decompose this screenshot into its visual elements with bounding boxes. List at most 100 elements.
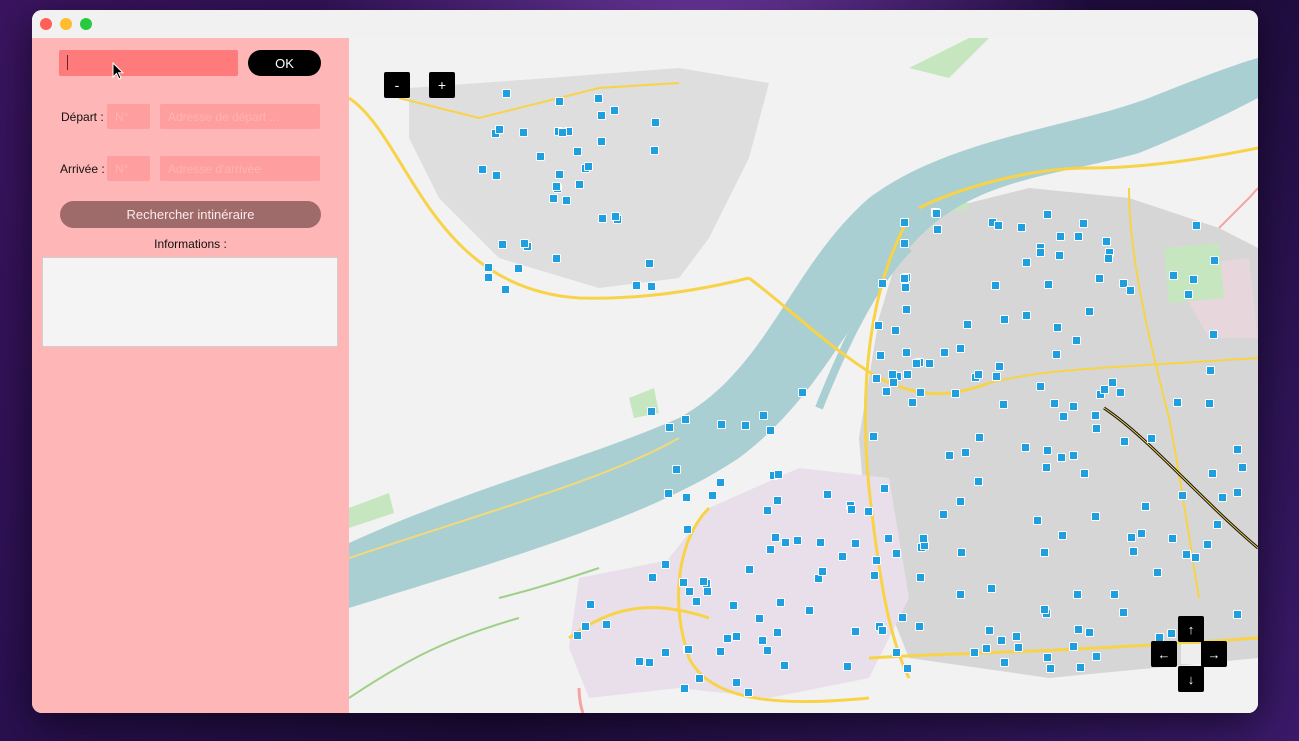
bus-stop-icon[interactable] xyxy=(602,620,611,629)
bus-stop-icon[interactable] xyxy=(1238,463,1247,472)
bus-stop-icon[interactable] xyxy=(916,388,925,397)
bus-stop-icon[interactable] xyxy=(982,644,991,653)
bus-stop-icon[interactable] xyxy=(1213,520,1222,529)
bus-stop-icon[interactable] xyxy=(597,137,606,146)
bus-stop-icon[interactable] xyxy=(679,578,688,587)
bus-stop-icon[interactable] xyxy=(648,573,657,582)
bus-stop-icon[interactable] xyxy=(501,285,510,294)
bus-stop-icon[interactable] xyxy=(478,165,487,174)
bus-stop-icon[interactable] xyxy=(685,587,694,596)
bus-stop-icon[interactable] xyxy=(1129,547,1138,556)
bus-stop-icon[interactable] xyxy=(632,281,641,290)
bus-stop-icon[interactable] xyxy=(805,606,814,615)
bus-stop-icon[interactable] xyxy=(763,506,772,515)
bus-stop-icon[interactable] xyxy=(912,359,921,368)
bus-stop-icon[interactable] xyxy=(975,433,984,442)
bus-stop-icon[interactable] xyxy=(650,146,659,155)
bus-stop-icon[interactable] xyxy=(1205,399,1214,408)
bus-stop-icon[interactable] xyxy=(771,533,780,542)
bus-stop-icon[interactable] xyxy=(492,171,501,180)
bus-stop-icon[interactable] xyxy=(1058,531,1067,540)
bus-stop-icon[interactable] xyxy=(908,398,917,407)
bus-stop-icon[interactable] xyxy=(1210,256,1219,265)
bus-stop-icon[interactable] xyxy=(780,661,789,670)
bus-stop-icon[interactable] xyxy=(925,359,934,368)
bus-stop-icon[interactable] xyxy=(502,89,511,98)
bus-stop-icon[interactable] xyxy=(1036,382,1045,391)
bus-stop-icon[interactable] xyxy=(1091,411,1100,420)
bus-stop-icon[interactable] xyxy=(495,125,504,134)
depart-number-field[interactable]: N° xyxy=(107,104,150,129)
bus-stop-icon[interactable] xyxy=(1178,491,1187,500)
bus-stop-icon[interactable] xyxy=(732,632,741,641)
bus-stop-icon[interactable] xyxy=(876,351,885,360)
bus-stop-icon[interactable] xyxy=(1056,232,1065,241)
bus-stop-icon[interactable] xyxy=(793,536,802,545)
depart-address-field[interactable]: Adresse de départ ... xyxy=(160,104,320,129)
bus-stop-icon[interactable] xyxy=(932,209,941,218)
bus-stop-icon[interactable] xyxy=(864,507,873,516)
bus-stop-icon[interactable] xyxy=(916,573,925,582)
bus-stop-icon[interactable] xyxy=(555,170,564,179)
bus-stop-icon[interactable] xyxy=(597,111,606,120)
bus-stop-icon[interactable] xyxy=(1173,398,1182,407)
bus-stop-icon[interactable] xyxy=(872,374,881,383)
bus-stop-icon[interactable] xyxy=(892,648,901,657)
bus-stop-icon[interactable] xyxy=(552,182,561,191)
bus-stop-icon[interactable] xyxy=(573,631,582,640)
bus-stop-icon[interactable] xyxy=(1137,529,1146,538)
bus-stop-icon[interactable] xyxy=(661,560,670,569)
bus-stop-icon[interactable] xyxy=(919,534,928,543)
bus-stop-icon[interactable] xyxy=(1191,553,1200,562)
bus-stop-icon[interactable] xyxy=(1022,311,1031,320)
bus-stop-icon[interactable] xyxy=(1044,280,1053,289)
bus-stop-icon[interactable] xyxy=(1080,469,1089,478)
arrivee-number-field[interactable]: N° xyxy=(107,156,150,181)
bus-stop-icon[interactable] xyxy=(900,274,909,283)
bus-stop-icon[interactable] xyxy=(514,264,523,273)
bus-stop-icon[interactable] xyxy=(838,552,847,561)
bus-stop-icon[interactable] xyxy=(647,407,656,416)
bus-stop-icon[interactable] xyxy=(773,496,782,505)
bus-stop-icon[interactable] xyxy=(995,362,1004,371)
bus-stop-icon[interactable] xyxy=(773,628,782,637)
bus-stop-icon[interactable] xyxy=(684,645,693,654)
bus-stop-icon[interactable] xyxy=(956,497,965,506)
bus-stop-icon[interactable] xyxy=(1072,336,1081,345)
bus-stop-icon[interactable] xyxy=(1012,632,1021,641)
bus-stop-icon[interactable] xyxy=(581,622,590,631)
bus-stop-icon[interactable] xyxy=(903,664,912,673)
bus-stop-icon[interactable] xyxy=(717,420,726,429)
bus-stop-icon[interactable] xyxy=(1192,221,1201,230)
bus-stop-icon[interactable] xyxy=(703,587,712,596)
zoom-in-button[interactable]: + xyxy=(429,72,455,98)
bus-stop-icon[interactable] xyxy=(847,505,856,514)
bus-stop-icon[interactable] xyxy=(1102,237,1111,246)
bus-stop-icon[interactable] xyxy=(1116,388,1125,397)
bus-stop-icon[interactable] xyxy=(1043,210,1052,219)
map-view[interactable]: - + ↑ ← → ↓ xyxy=(349,38,1258,713)
bus-stop-icon[interactable] xyxy=(1104,254,1113,263)
bus-stop-icon[interactable] xyxy=(956,590,965,599)
bus-stop-icon[interactable] xyxy=(1110,590,1119,599)
bus-stop-icon[interactable] xyxy=(1233,488,1242,497)
bus-stop-icon[interactable] xyxy=(843,662,852,671)
search-input[interactable] xyxy=(59,50,238,76)
bus-stop-icon[interactable] xyxy=(1120,437,1129,446)
bus-stop-icon[interactable] xyxy=(970,648,979,657)
bus-stop-icon[interactable] xyxy=(680,684,689,693)
bus-stop-icon[interactable] xyxy=(1127,533,1136,542)
bus-stop-icon[interactable] xyxy=(818,567,827,576)
bus-stop-icon[interactable] xyxy=(692,597,701,606)
bus-stop-icon[interactable] xyxy=(1040,605,1049,614)
bus-stop-icon[interactable] xyxy=(1050,399,1059,408)
bus-stop-icon[interactable] xyxy=(991,281,1000,290)
bus-stop-icon[interactable] xyxy=(562,196,571,205)
bus-stop-icon[interactable] xyxy=(997,636,1006,645)
bus-stop-icon[interactable] xyxy=(888,370,897,379)
pan-right-button[interactable]: → xyxy=(1201,641,1227,667)
bus-stop-icon[interactable] xyxy=(1182,550,1191,559)
bus-stop-icon[interactable] xyxy=(549,194,558,203)
bus-stop-icon[interactable] xyxy=(723,634,732,643)
bus-stop-icon[interactable] xyxy=(1069,642,1078,651)
